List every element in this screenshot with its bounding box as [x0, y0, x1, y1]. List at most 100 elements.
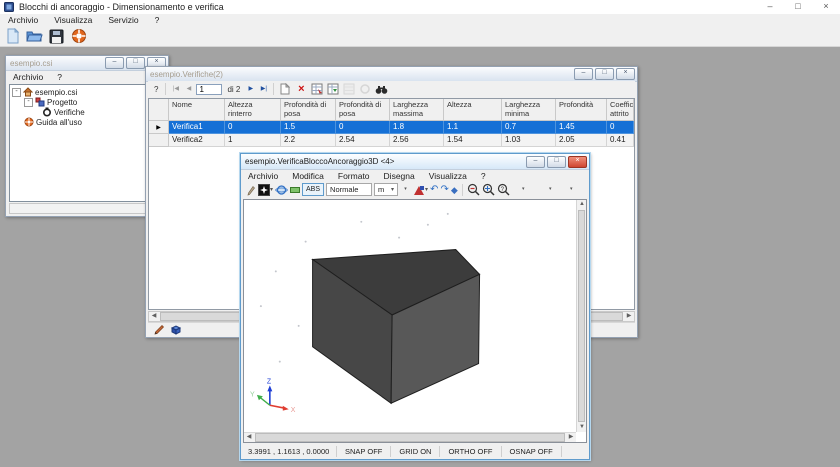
scroll-right-icon[interactable]: ▶	[624, 312, 634, 321]
cell-value[interactable]: 1.03	[502, 134, 556, 147]
abs-toggle-button[interactable]: ABS	[302, 183, 324, 196]
combo-dropdown-button[interactable]: ▾	[400, 182, 411, 197]
cell-value[interactable]: 0	[225, 121, 281, 134]
cell-value[interactable]: 1.45	[556, 121, 607, 134]
first-record-button[interactable]: |◀	[170, 84, 181, 95]
open-folder-icon[interactable]	[26, 28, 43, 44]
cell-value[interactable]: 2.56	[390, 134, 444, 147]
column-header[interactable]: Larghezza massima	[390, 99, 444, 121]
cell-value[interactable]: 1.1	[444, 121, 502, 134]
eraser-diamond-icon[interactable]: ◆	[451, 184, 458, 196]
scroll-left-icon[interactable]: ◀	[149, 312, 159, 321]
scrollbar-thumb[interactable]	[255, 433, 565, 442]
table-row[interactable]: Verifica2 1 2.2 2.54 2.56 1.54 1.03 2.05…	[149, 134, 634, 147]
grid-window-minimize-button[interactable]: –	[574, 68, 593, 80]
zoom-window-icon[interactable]: ?	[497, 183, 510, 196]
expander-icon[interactable]: -	[24, 98, 33, 107]
column-header[interactable]: Altezza	[444, 99, 502, 121]
tree-menu-help[interactable]: ?	[50, 71, 69, 83]
column-header[interactable]: Nome	[169, 99, 225, 121]
next-record-button[interactable]: ▶	[245, 84, 256, 95]
column-header[interactable]: Profondità di posa	[281, 99, 336, 121]
scroll-up-icon[interactable]: ▲	[577, 200, 587, 209]
scroll-down-icon[interactable]: ▼	[577, 423, 587, 432]
orbit-icon[interactable]	[275, 184, 288, 196]
view3d-vertical-scrollbar[interactable]: ▲ ▼	[576, 200, 586, 432]
new-document-icon[interactable]	[4, 28, 21, 44]
grid-toggle[interactable]: GRID ON	[390, 446, 439, 457]
expander-icon[interactable]: -	[12, 88, 21, 97]
unit-combobox[interactable]: m ▾	[374, 183, 398, 196]
view3d-window-titlebar[interactable]: esempio.VerificaBloccoAncoraggio3D <4> –…	[241, 154, 589, 170]
column-header[interactable]: Altezza rinterro	[225, 99, 281, 121]
tree-window-minimize-button[interactable]: –	[105, 57, 124, 69]
table-row[interactable]: ▶ Verifica1 0 1.5 0 1.8 1.1 0.7 1.45 0	[149, 121, 634, 134]
ortho-toggle[interactable]: ORTHO OFF	[439, 446, 500, 457]
cell-value[interactable]: 2.2	[281, 134, 336, 147]
scroll-right-icon[interactable]: ▶	[566, 433, 576, 442]
style-combobox[interactable]: Normale	[326, 183, 372, 196]
grid-window-titlebar[interactable]: esempio.Verifiche(2) – □ ×	[146, 67, 637, 82]
pencil-icon[interactable]	[246, 184, 256, 196]
selector-header[interactable]	[149, 99, 169, 121]
toolbar-overflow-button[interactable]: ▾	[518, 182, 529, 197]
find-binoculars-icon[interactable]	[374, 83, 388, 96]
refresh-grid-icon[interactable]	[326, 83, 340, 96]
cell-value[interactable]: 0	[336, 121, 390, 134]
close-button[interactable]: ×	[812, 0, 840, 14]
cell-value[interactable]: 1	[225, 134, 281, 147]
cell-nome[interactable]: Verifica2	[169, 134, 225, 147]
tree-menu-archivio[interactable]: Archivio	[6, 71, 50, 83]
tree-node-root[interactable]: - esempio.csi	[12, 87, 164, 97]
menu-visualizza[interactable]: Visualizza	[46, 14, 100, 26]
cell-value[interactable]: 2.54	[336, 134, 390, 147]
scroll-left-icon[interactable]: ◀	[244, 433, 254, 442]
main-titlebar[interactable]: Blocchi di ancoraggio - Dimensionamento …	[0, 0, 840, 14]
new-record-icon[interactable]	[278, 83, 292, 96]
column-header[interactable]: Larghezza minima	[502, 99, 556, 121]
previous-record-button[interactable]: ◀	[183, 84, 194, 95]
grid-window-maximize-button[interactable]: □	[595, 68, 614, 80]
menu-archivio[interactable]: Archivio	[0, 14, 46, 26]
tree-node-guida[interactable]: Guida all'uso	[12, 117, 164, 127]
cell-value[interactable]: 1.5	[281, 121, 336, 134]
layer-color-button[interactable]: ▾	[258, 184, 273, 196]
maximize-button[interactable]: □	[784, 0, 812, 14]
column-header[interactable]: Profondità	[556, 99, 607, 121]
column-header[interactable]: Profondità di posa	[336, 99, 390, 121]
view3d-close-button[interactable]: ×	[568, 156, 587, 168]
project-tree[interactable]: - esempio.csi - Progetto Verifiche Guida…	[9, 84, 165, 202]
tree-node-verifiche[interactable]: Verifiche	[12, 107, 164, 117]
osnap-toggle[interactable]: OSNAP OFF	[501, 446, 562, 457]
cell-value[interactable]: 0.41	[607, 134, 634, 147]
undo-icon[interactable]: ↶	[430, 184, 438, 196]
snap-toggle[interactable]: SNAP OFF	[336, 446, 390, 457]
view3d-minimize-button[interactable]: –	[526, 156, 545, 168]
cell-nome[interactable]: Verifica1	[169, 121, 225, 134]
cell-value[interactable]: 0.7	[502, 121, 556, 134]
delete-record-icon[interactable]: ×	[294, 83, 308, 96]
menu-servizio[interactable]: Servizio	[100, 14, 146, 26]
view3d-maximize-button[interactable]: □	[547, 156, 566, 168]
tree-window-titlebar[interactable]: esempio.csi – □ ×	[6, 56, 168, 71]
grid-window-close-button[interactable]: ×	[616, 68, 635, 80]
layers-icon[interactable]	[290, 186, 300, 194]
column-header[interactable]: Coefficiente attrito	[607, 99, 634, 121]
cell-value[interactable]: 0	[607, 121, 634, 134]
toolbar-overflow-button[interactable]: ▾	[545, 182, 556, 197]
cell-value[interactable]: 2.05	[556, 134, 607, 147]
scrollbar-thumb[interactable]	[578, 210, 585, 422]
help-lifebuoy-icon[interactable]	[70, 28, 87, 44]
row-selector-marker[interactable]: ▶	[149, 121, 169, 134]
tree-window-maximize-button[interactable]: □	[126, 57, 145, 69]
redo-icon[interactable]: ↷	[440, 184, 448, 196]
menu-help[interactable]: ?	[147, 14, 168, 26]
view-style-button[interactable]: ▾	[413, 184, 428, 196]
record-position-input[interactable]	[196, 84, 222, 95]
view3d-horizontal-scrollbar[interactable]: ◀ ▶	[244, 432, 576, 442]
minimize-button[interactable]: –	[756, 0, 784, 14]
grid-help-button[interactable]: ?	[151, 85, 161, 94]
row-selector[interactable]	[149, 134, 169, 147]
last-record-button[interactable]: ▶|	[258, 84, 269, 95]
edit-grid-icon[interactable]	[310, 83, 324, 96]
